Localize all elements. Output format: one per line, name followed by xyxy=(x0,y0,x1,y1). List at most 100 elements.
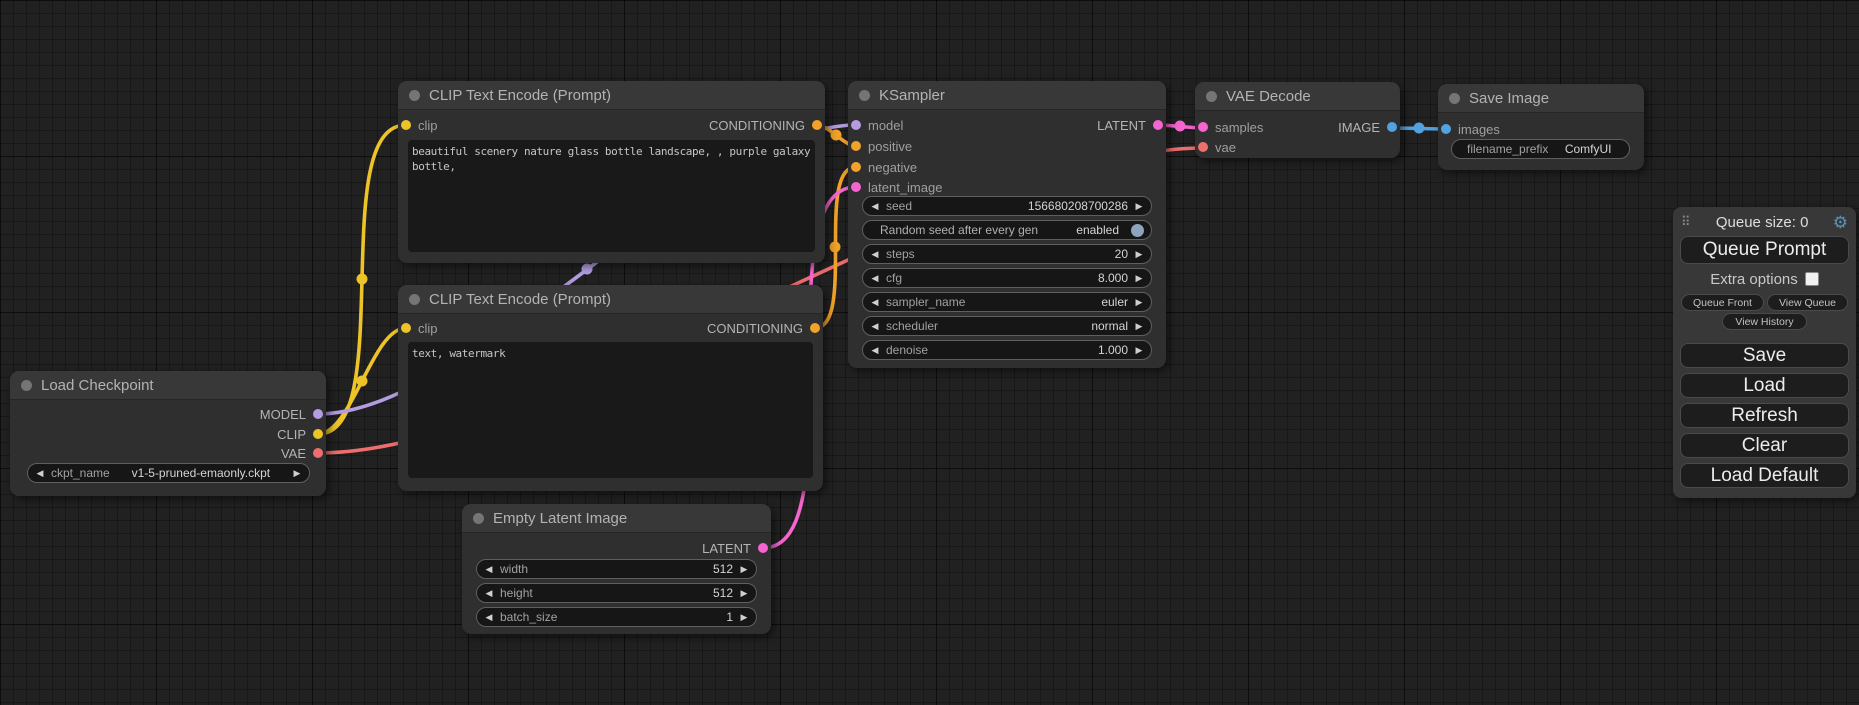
increment-arrow-icon[interactable]: ▶ xyxy=(739,612,749,623)
increment-arrow-icon[interactable]: ▶ xyxy=(1134,345,1144,356)
port-dot-icon[interactable] xyxy=(1198,122,1208,132)
increment-arrow-icon[interactable]: ▶ xyxy=(739,564,749,575)
input-port-latent-image[interactable]: latent_image xyxy=(851,179,942,195)
queue-prompt-button[interactable]: Queue Prompt xyxy=(1680,236,1849,264)
increment-arrow-icon[interactable]: ▶ xyxy=(1134,297,1144,308)
widget-scheduler[interactable]: ◀ scheduler normal ▶ xyxy=(862,316,1152,336)
widget-denoise[interactable]: ◀ denoise 1.000 ▶ xyxy=(862,340,1152,360)
refresh-button[interactable]: Refresh xyxy=(1680,403,1849,428)
node-empty-latent-image[interactable]: Empty Latent Image LATENT ◀ width 512 ▶ … xyxy=(462,504,771,634)
widget-height[interactable]: ◀ height 512 ▶ xyxy=(476,583,757,603)
decrement-arrow-icon[interactable]: ◀ xyxy=(870,321,880,332)
prompt-textarea[interactable]: text, watermark xyxy=(408,342,813,478)
node-clip-text-encode-negative[interactable]: CLIP Text Encode (Prompt) clip CONDITION… xyxy=(398,285,823,491)
node-title-bar[interactable]: Save Image xyxy=(1438,84,1644,113)
node-title-bar[interactable]: CLIP Text Encode (Prompt) xyxy=(398,285,823,314)
node-vae-decode[interactable]: VAE Decode samples vae IMAGE xyxy=(1195,82,1400,158)
output-port-vae[interactable]: VAE xyxy=(281,445,323,461)
port-dot-icon[interactable] xyxy=(1153,120,1163,130)
widget-filename-prefix[interactable]: filename_prefix ComfyUI xyxy=(1451,139,1630,159)
extra-options-checkbox[interactable] xyxy=(1805,272,1819,286)
view-queue-button[interactable]: View Queue xyxy=(1767,294,1848,311)
node-load-checkpoint[interactable]: Load Checkpoint MODEL CLIP VAE ◀ ckpt_na… xyxy=(10,371,326,496)
input-port-positive[interactable]: positive xyxy=(851,138,912,154)
collapse-dot-icon[interactable] xyxy=(473,513,484,524)
decrement-arrow-icon[interactable]: ◀ xyxy=(484,588,494,599)
decrement-arrow-icon[interactable]: ◀ xyxy=(870,201,880,212)
output-port-image[interactable]: IMAGE xyxy=(1338,119,1397,135)
input-port-vae[interactable]: vae xyxy=(1198,139,1236,155)
widget-steps[interactable]: ◀ steps 20 ▶ xyxy=(862,244,1152,264)
node-title-bar[interactable]: VAE Decode xyxy=(1195,82,1400,111)
output-port-model[interactable]: MODEL xyxy=(260,406,323,422)
input-port-negative[interactable]: negative xyxy=(851,159,917,175)
node-save-image[interactable]: Save Image images filename_prefix ComfyU… xyxy=(1438,84,1644,170)
output-port-conditioning[interactable]: CONDITIONING xyxy=(707,320,820,336)
port-dot-icon[interactable] xyxy=(758,543,768,553)
input-port-model[interactable]: model xyxy=(851,117,903,133)
port-dot-icon[interactable] xyxy=(1441,124,1451,134)
node-clip-text-encode-positive[interactable]: CLIP Text Encode (Prompt) clip CONDITION… xyxy=(398,81,825,263)
port-dot-icon[interactable] xyxy=(401,120,411,130)
collapse-dot-icon[interactable] xyxy=(1449,93,1460,104)
widget-cfg[interactable]: ◀ cfg 8.000 ▶ xyxy=(862,268,1152,288)
port-dot-icon[interactable] xyxy=(810,323,820,333)
widget-batch-size[interactable]: ◀ batch_size 1 ▶ xyxy=(476,607,757,627)
port-dot-icon[interactable] xyxy=(851,120,861,130)
input-port-clip[interactable]: clip xyxy=(401,117,438,133)
load-default-button[interactable]: Load Default xyxy=(1680,463,1849,488)
collapse-dot-icon[interactable] xyxy=(409,294,420,305)
output-port-latent[interactable]: LATENT xyxy=(702,540,768,556)
node-title-bar[interactable]: CLIP Text Encode (Prompt) xyxy=(398,81,825,110)
port-dot-icon[interactable] xyxy=(812,120,822,130)
node-title-bar[interactable]: Empty Latent Image xyxy=(462,504,771,533)
increment-arrow-icon[interactable]: ▶ xyxy=(1134,249,1144,260)
clear-button[interactable]: Clear xyxy=(1680,433,1849,458)
decrement-arrow-icon[interactable]: ◀ xyxy=(484,612,494,623)
queue-front-button[interactable]: Queue Front xyxy=(1681,294,1764,311)
node-title-bar[interactable]: Load Checkpoint xyxy=(10,371,326,400)
collapse-dot-icon[interactable] xyxy=(859,90,870,101)
port-dot-icon[interactable] xyxy=(313,448,323,458)
widget-width[interactable]: ◀ width 512 ▶ xyxy=(476,559,757,579)
port-dot-icon[interactable] xyxy=(1387,122,1397,132)
load-button[interactable]: Load xyxy=(1680,373,1849,398)
input-port-images[interactable]: images xyxy=(1441,121,1500,137)
graph-canvas[interactable]: { "colors": { "clip_yellow": "#edc427", … xyxy=(0,0,1859,705)
settings-gear-icon[interactable]: ⚙ xyxy=(1833,214,1848,231)
port-dot-icon[interactable] xyxy=(851,182,861,192)
collapse-dot-icon[interactable] xyxy=(409,90,420,101)
increment-arrow-icon[interactable]: ▶ xyxy=(292,468,302,479)
prompt-textarea[interactable]: beautiful scenery nature glass bottle la… xyxy=(408,140,815,252)
save-button[interactable]: Save xyxy=(1680,343,1849,368)
port-dot-icon[interactable] xyxy=(1198,142,1208,152)
output-port-clip[interactable]: CLIP xyxy=(277,426,323,442)
port-dot-icon[interactable] xyxy=(313,409,323,419)
widget-random-seed-toggle[interactable]: Random seed after every gen enabled xyxy=(862,220,1152,240)
increment-arrow-icon[interactable]: ▶ xyxy=(1134,321,1144,332)
widget-seed[interactable]: ◀ seed 156680208700286 ▶ xyxy=(862,196,1152,216)
collapse-dot-icon[interactable] xyxy=(1206,91,1217,102)
decrement-arrow-icon[interactable]: ◀ xyxy=(484,564,494,575)
widget-sampler-name[interactable]: ◀ sampler_name euler ▶ xyxy=(862,292,1152,312)
decrement-arrow-icon[interactable]: ◀ xyxy=(870,297,880,308)
decrement-arrow-icon[interactable]: ◀ xyxy=(35,468,45,479)
increment-arrow-icon[interactable]: ▶ xyxy=(1134,201,1144,212)
port-dot-icon[interactable] xyxy=(851,141,861,151)
collapse-dot-icon[interactable] xyxy=(21,380,32,391)
node-ksampler[interactable]: KSampler model positive negative latent_… xyxy=(848,81,1166,368)
drag-handle-icon[interactable]: ⠿ xyxy=(1681,214,1692,230)
decrement-arrow-icon[interactable]: ◀ xyxy=(870,249,880,260)
increment-arrow-icon[interactable]: ▶ xyxy=(739,588,749,599)
port-dot-icon[interactable] xyxy=(401,323,411,333)
decrement-arrow-icon[interactable]: ◀ xyxy=(870,345,880,356)
port-dot-icon[interactable] xyxy=(851,162,861,172)
input-port-clip[interactable]: clip xyxy=(401,320,438,336)
decrement-arrow-icon[interactable]: ◀ xyxy=(870,273,880,284)
input-port-samples[interactable]: samples xyxy=(1198,119,1263,135)
view-history-button[interactable]: View History xyxy=(1722,313,1807,330)
toggle-indicator-icon[interactable] xyxy=(1131,224,1144,237)
output-port-conditioning[interactable]: CONDITIONING xyxy=(709,117,822,133)
node-title-bar[interactable]: KSampler xyxy=(848,81,1166,110)
widget-ckpt-name[interactable]: ◀ ckpt_name v1-5-pruned-emaonly.ckpt ▶ xyxy=(27,463,310,483)
